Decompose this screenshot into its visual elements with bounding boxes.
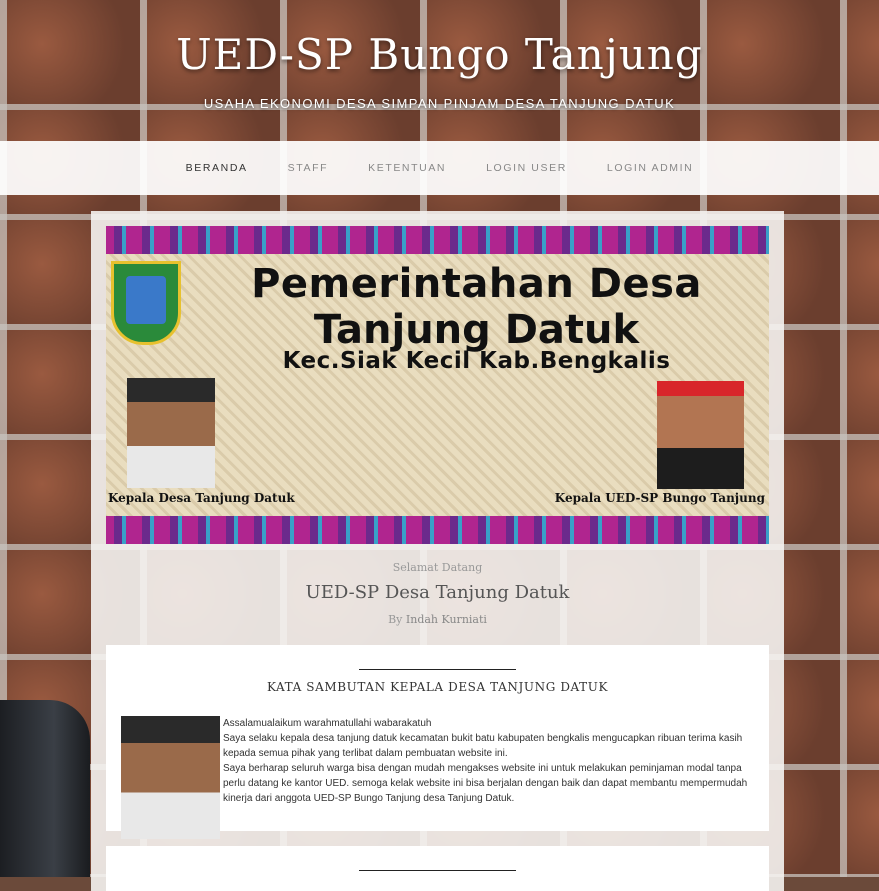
- next-card: [106, 846, 769, 891]
- byline-prefix: By: [388, 613, 403, 626]
- author-link[interactable]: Indah Kurniati: [406, 613, 487, 626]
- card-heading: KATA SAMBUTAN KEPALA DESA TANJUNG DATUK: [266, 680, 609, 694]
- site-title[interactable]: UED-SP Bungo Tanjung: [0, 30, 879, 79]
- post-title[interactable]: UED-SP Desa Tanjung Datuk: [91, 582, 784, 603]
- site-header: UED-SP Bungo Tanjung USAHA EKONOMI DESA …: [0, 0, 879, 141]
- regency-emblem-logo: [111, 261, 181, 345]
- heading-divider: [359, 669, 516, 670]
- welcome-message-text: Assalamualaikum warahmatullahi wabarakat…: [223, 716, 749, 806]
- banner-title-line1: Pemerintahan Desa: [251, 261, 702, 307]
- village-head-caption: Kepala Desa Tanjung Datuk: [108, 491, 295, 505]
- heading-divider: [359, 870, 516, 871]
- nav-item-staff[interactable]: STAFF: [288, 162, 328, 174]
- banner-subtitle: Kec.Siak Kecil Kab.Bengkalis: [282, 348, 671, 374]
- banner-top-stripe: [106, 226, 769, 254]
- message-paragraph: Saya berharap seluruh warga bisa dengan …: [223, 763, 748, 804]
- nav-item-login-admin[interactable]: LOGIN ADMIN: [607, 162, 693, 174]
- site-tagline: USAHA EKONOMI DESA SIMPAN PINJAM DESA TA…: [203, 96, 676, 111]
- emblem-shield: [126, 276, 166, 324]
- nav-item-ketentuan[interactable]: KETENTUAN: [368, 162, 446, 174]
- message-paragraph: Saya selaku kepala desa tanjung datuk ke…: [223, 733, 743, 759]
- ued-head-caption: Kepala UED-SP Bungo Tanjung: [554, 491, 765, 505]
- main-content: Pemerintahan Desa Tanjung Datuk Kec.Siak…: [91, 211, 784, 891]
- header-banner-image: Pemerintahan Desa Tanjung Datuk Kec.Siak…: [106, 226, 769, 544]
- village-head-photo: [127, 378, 215, 488]
- post-byline: By Indah Kurniati: [91, 613, 784, 626]
- banner-title-line2: Tanjung Datuk: [313, 307, 640, 353]
- welcome-label: Selamat Datang: [392, 561, 483, 574]
- main-navigation: BERANDA STAFF KETENTUAN LOGIN USER LOGIN…: [0, 141, 879, 195]
- welcome-message-card: KATA SAMBUTAN KEPALA DESA TANJUNG DATUK …: [106, 645, 769, 839]
- nav-item-login-user[interactable]: LOGIN USER: [486, 162, 567, 174]
- village-head-portrait: [121, 716, 220, 839]
- ued-head-photo: [657, 381, 744, 489]
- coffee-mug-decoration: [0, 700, 90, 877]
- banner-bottom-stripe: [106, 516, 769, 544]
- nav-item-beranda[interactable]: BERANDA: [186, 162, 248, 174]
- message-paragraph: Assalamualaikum warahmatullahi wabarakat…: [223, 718, 432, 729]
